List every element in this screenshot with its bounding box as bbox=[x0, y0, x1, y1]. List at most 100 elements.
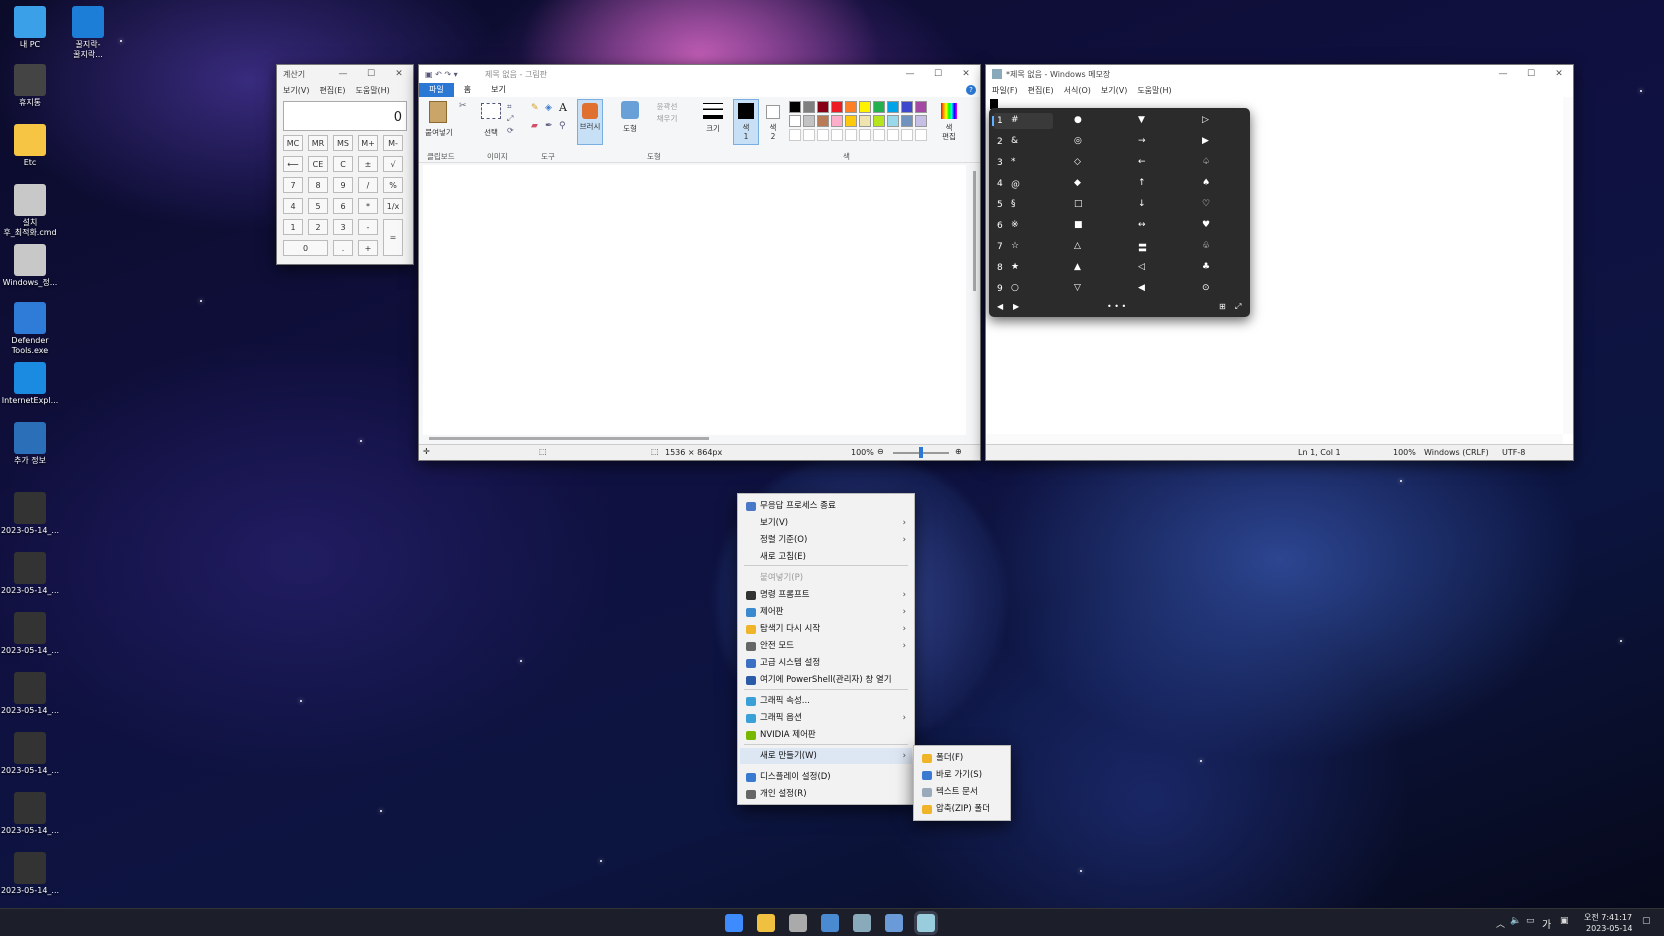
palette-swatch[interactable] bbox=[901, 101, 913, 113]
context-menu-item[interactable]: 개인 설정(R) bbox=[740, 786, 912, 802]
select-icon[interactable] bbox=[481, 103, 501, 119]
clock-time[interactable]: 오전 7:41:17 bbox=[1584, 912, 1632, 923]
palette-swatch[interactable] bbox=[915, 115, 927, 127]
zoom-slider-thumb[interactable] bbox=[919, 447, 923, 458]
display-icon[interactable] bbox=[821, 914, 839, 932]
context-menu-item[interactable]: 새로 만들기(W) › bbox=[740, 748, 912, 764]
palette-swatch[interactable] bbox=[803, 129, 815, 141]
palette-swatch[interactable] bbox=[901, 129, 913, 141]
calc-button[interactable]: ± bbox=[358, 156, 378, 172]
palette-swatch[interactable] bbox=[803, 115, 815, 127]
calc-button[interactable]: * bbox=[358, 198, 378, 214]
palette-swatch[interactable] bbox=[859, 115, 871, 127]
palette-swatch[interactable] bbox=[887, 129, 899, 141]
menu-item[interactable]: 서식(O) bbox=[1064, 85, 1091, 96]
symbol-cell[interactable]: △ bbox=[1074, 241, 1081, 251]
paint-hscroll[interactable] bbox=[429, 437, 709, 440]
minimize-icon[interactable]: — bbox=[329, 69, 357, 79]
select-button[interactable]: 선택 bbox=[479, 127, 503, 138]
calc-button[interactable]: 4 bbox=[283, 198, 303, 214]
symbol-cell[interactable]: & bbox=[1011, 136, 1018, 146]
edit-colors-button[interactable]: 색 편집 bbox=[937, 123, 961, 141]
paint-tab[interactable]: 파일 bbox=[419, 83, 454, 97]
palette-swatch[interactable] bbox=[887, 115, 899, 127]
maximize-icon[interactable]: ☐ bbox=[924, 69, 952, 79]
symbol-cell[interactable]: ◎ bbox=[1074, 136, 1082, 146]
desktop-icon[interactable]: 내 PC bbox=[0, 6, 60, 60]
symbol-cell[interactable]: ● bbox=[1074, 115, 1082, 125]
palette-swatch[interactable] bbox=[873, 115, 885, 127]
palette-swatch[interactable] bbox=[859, 101, 871, 113]
palette-swatch[interactable] bbox=[831, 129, 843, 141]
symbol-cell[interactable]: ♣ bbox=[1202, 262, 1210, 272]
context-menu-item[interactable]: 그래픽 속성... bbox=[740, 693, 912, 709]
context-menu-item[interactable]: 디스플레이 설정(D) bbox=[740, 769, 912, 785]
context-menu-item[interactable]: 보기(V) › bbox=[740, 515, 912, 531]
calc-button[interactable]: 7 bbox=[283, 177, 303, 193]
clock-date[interactable]: 2023-05-14 bbox=[1586, 924, 1633, 933]
symbol-cell[interactable]: ＠ bbox=[1011, 178, 1020, 191]
symbol-cell[interactable]: ◀ bbox=[1138, 283, 1145, 293]
context-menu-item[interactable]: 고급 시스템 설정 bbox=[740, 655, 912, 671]
symbol-cell[interactable]: ▷ bbox=[1202, 115, 1209, 125]
calc-button[interactable]: C bbox=[333, 156, 353, 172]
color2-swatch[interactable] bbox=[766, 105, 780, 119]
menu-item[interactable]: 파일(F) bbox=[992, 85, 1018, 96]
submenu-item[interactable]: 바로 가기(S) bbox=[916, 767, 1008, 783]
notepad-hscroll[interactable] bbox=[986, 434, 1563, 444]
context-menu-item[interactable]: NVIDIA 제어판 bbox=[740, 727, 912, 743]
calc-button[interactable]: 1 bbox=[283, 219, 303, 235]
paint-icon[interactable] bbox=[885, 914, 903, 932]
symbol-cell[interactable]: ⊙ bbox=[1202, 283, 1210, 293]
symbol-cell[interactable]: ■ bbox=[1074, 220, 1083, 230]
symbol-cell[interactable]: → bbox=[1138, 136, 1146, 146]
prev-page-icon[interactable]: ◀ bbox=[997, 302, 1003, 311]
symbol-cell[interactable]: ★ bbox=[1011, 262, 1019, 272]
paste-icon[interactable] bbox=[429, 101, 447, 123]
desktop-icon[interactable]: 2023-05-14_... bbox=[0, 792, 60, 846]
symbol-cell[interactable]: ◆ bbox=[1074, 178, 1081, 188]
menu-item[interactable]: 보기(V) bbox=[1101, 85, 1127, 96]
calc-button[interactable]: 2 bbox=[308, 219, 328, 235]
calc-button[interactable]: % bbox=[383, 177, 403, 193]
calc-button[interactable]: MS bbox=[333, 135, 353, 151]
palette-swatch[interactable] bbox=[831, 115, 843, 127]
palette-swatch[interactable] bbox=[817, 129, 829, 141]
palette-swatch[interactable] bbox=[845, 129, 857, 141]
submenu-item[interactable]: 압축(ZIP) 폴더 bbox=[916, 801, 1008, 817]
calc-button[interactable]: CE bbox=[308, 156, 328, 172]
menu-item[interactable]: 편집(E) bbox=[319, 85, 345, 96]
symbol-cell[interactable]: * bbox=[1011, 157, 1016, 167]
symbol-cell[interactable]: ♧ bbox=[1202, 241, 1210, 251]
desktop-icon[interactable]: 휴지통 bbox=[0, 64, 60, 118]
palette-swatch[interactable] bbox=[901, 115, 913, 127]
symbol-cell[interactable]: ☆ bbox=[1011, 241, 1019, 251]
calc-button[interactable]: 1/x bbox=[383, 198, 403, 214]
symbol-cell[interactable]: ※ bbox=[1011, 220, 1019, 230]
context-menu-item[interactable]: 그래픽 옵션 › bbox=[740, 710, 912, 726]
calc-button[interactable]: 6 bbox=[333, 198, 353, 214]
minimize-icon[interactable]: — bbox=[1489, 69, 1517, 79]
symbol-cell[interactable]: ◇ bbox=[1074, 157, 1081, 167]
desktop-icon[interactable]: 2023-05-14_... bbox=[0, 612, 60, 666]
context-menu-item[interactable]: 여기에 PowerShell(관리자) 창 열기 bbox=[740, 672, 912, 688]
palette-swatch[interactable] bbox=[789, 129, 801, 141]
context-menu-item[interactable]: 명령 프롬프트 › bbox=[740, 587, 912, 603]
magnifier-icon[interactable]: ⚲ bbox=[559, 121, 566, 131]
notification-icon[interactable]: ▢ bbox=[1642, 916, 1651, 926]
size-button[interactable]: 크기 bbox=[699, 123, 727, 134]
shapes-button[interactable]: 도형 bbox=[615, 123, 645, 134]
picker-icon[interactable]: ✒ bbox=[545, 121, 553, 131]
explorer-icon[interactable] bbox=[757, 914, 775, 932]
symbol-cell[interactable]: ○ bbox=[1011, 283, 1019, 293]
calc-button[interactable]: 9 bbox=[333, 177, 353, 193]
palette-swatch[interactable] bbox=[845, 101, 857, 113]
desktop-icon[interactable]: 설치 후_최적화.cmd bbox=[0, 184, 60, 238]
symbol-cell[interactable]: ▲ bbox=[1074, 262, 1081, 272]
symbol-cell[interactable]: ▽ bbox=[1074, 283, 1081, 293]
symbol-cell[interactable]: □ bbox=[1074, 199, 1083, 209]
cut-icon[interactable]: ✂ bbox=[459, 101, 467, 111]
palette-swatch[interactable] bbox=[873, 129, 885, 141]
symbol-cell[interactable]: ◁ bbox=[1138, 262, 1145, 272]
symbol-cell[interactable]: 〓 bbox=[1138, 241, 1147, 254]
